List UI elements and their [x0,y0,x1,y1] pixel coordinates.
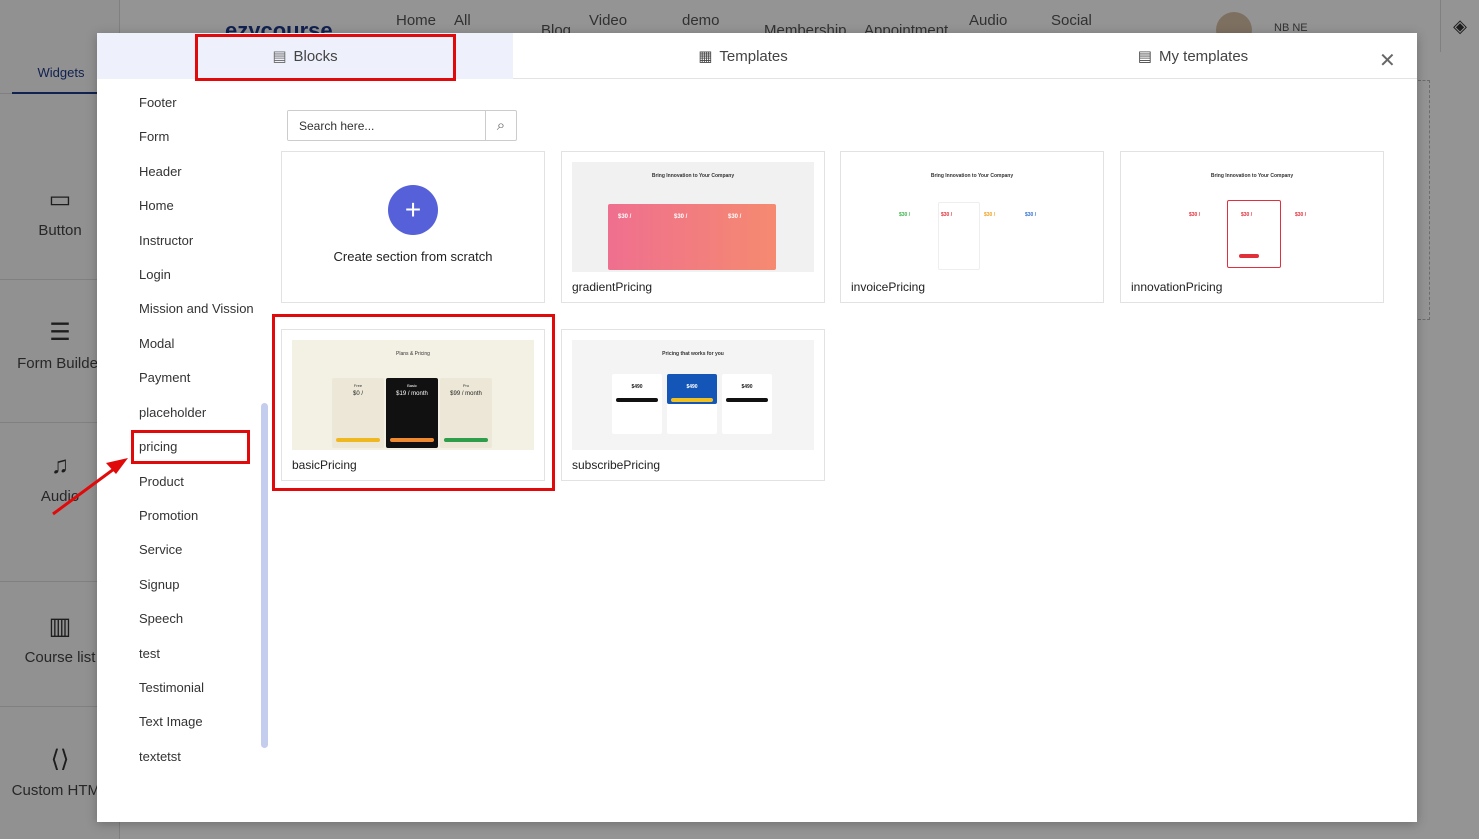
annotation-arrow-icon [52,458,128,516]
